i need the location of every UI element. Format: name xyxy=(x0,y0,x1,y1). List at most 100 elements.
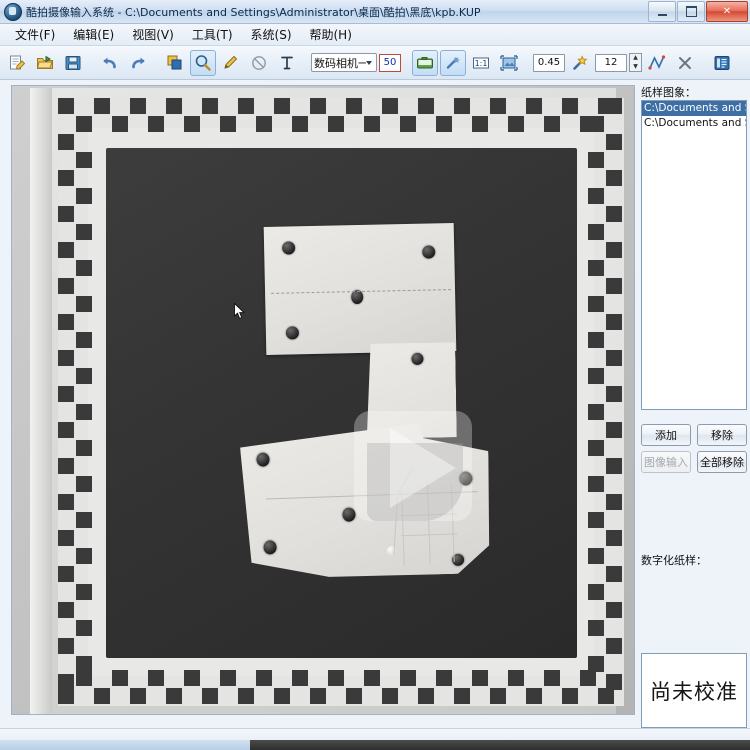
marker-dot xyxy=(285,326,300,340)
camera-app-icon xyxy=(4,2,22,21)
checker-square xyxy=(588,548,604,564)
toolbar-separator xyxy=(700,51,707,75)
checker-square xyxy=(526,688,542,704)
pencil-icon[interactable] xyxy=(218,50,244,76)
play-triangle-icon[interactable] xyxy=(390,428,456,508)
menu-edit[interactable]: 编辑(E) xyxy=(64,24,123,45)
checker-square xyxy=(58,386,74,402)
save-disk-icon[interactable] xyxy=(60,50,86,76)
checker-square xyxy=(606,674,622,690)
list-item[interactable]: C:\Documents and Setti xyxy=(642,116,746,131)
pattern-piece-top[interactable] xyxy=(263,223,457,355)
checker-square xyxy=(606,638,622,654)
maximize-button[interactable] xyxy=(677,1,705,22)
toolbar: 数码相机一 50 1:1 0.45 12 ▲ ▼ xyxy=(0,46,750,80)
client-area: 0 xyxy=(0,80,750,728)
menu-system[interactable]: 系统(S) xyxy=(242,24,301,45)
no-entry-icon[interactable] xyxy=(246,50,272,76)
maximize-icon xyxy=(685,6,697,17)
checker-square xyxy=(76,476,92,492)
checker-square xyxy=(292,670,308,686)
spinner-down-icon[interactable]: ▼ xyxy=(630,63,641,72)
checker-square xyxy=(58,458,74,474)
image-capture-icon[interactable] xyxy=(412,49,438,76)
checker-square xyxy=(508,116,524,132)
add-button[interactable]: 添加 xyxy=(641,424,691,446)
properties-panel-icon[interactable] xyxy=(709,50,735,76)
checker-square xyxy=(58,170,74,186)
undo-arrow-icon[interactable] xyxy=(97,50,123,76)
checker-square xyxy=(508,670,524,686)
menu-file[interactable]: 文件(F) xyxy=(6,24,64,45)
pattern-image-listbox[interactable]: C:\Documents and Setti C:\Documents and … xyxy=(641,100,747,410)
delete-x-icon[interactable] xyxy=(672,50,698,76)
checker-square xyxy=(112,670,128,686)
image-canvas-frame[interactable]: 0 xyxy=(11,85,635,715)
checker-square xyxy=(588,404,604,420)
checker-square xyxy=(130,688,146,704)
checker-square xyxy=(184,116,200,132)
count-input[interactable]: 12 xyxy=(595,53,627,72)
threshold-input[interactable]: 50 xyxy=(379,53,401,72)
remove-all-button[interactable]: 全部移除 xyxy=(697,451,747,473)
polyline-icon[interactable] xyxy=(644,50,670,76)
menu-tools[interactable]: 工具(T) xyxy=(183,24,242,45)
checker-square xyxy=(166,98,182,114)
checker-square xyxy=(238,688,254,704)
one-to-one-zoom-icon[interactable]: 1:1 xyxy=(468,50,494,76)
menu-help[interactable]: 帮助(H) xyxy=(301,24,361,45)
checker-square xyxy=(76,152,92,168)
captured-photo[interactable]: 0 xyxy=(12,86,634,714)
fit-image-icon[interactable] xyxy=(496,50,522,76)
checker-square xyxy=(588,224,604,240)
remove-button[interactable]: 移除 xyxy=(697,424,747,446)
checker-square xyxy=(588,476,604,492)
camera-select-combo[interactable]: 数码相机一 xyxy=(311,53,377,72)
checker-square xyxy=(588,116,604,132)
checker-square xyxy=(588,260,604,276)
close-button[interactable]: ✕ xyxy=(706,1,748,22)
marker-dot xyxy=(411,353,423,365)
checker-square xyxy=(238,98,254,114)
checker-square xyxy=(588,152,604,168)
minimize-icon xyxy=(657,13,667,16)
checker-square xyxy=(606,530,622,546)
checker-square xyxy=(76,620,92,636)
digitized-pattern-box[interactable]: 尚未校准 xyxy=(641,653,747,728)
chevron-down-icon xyxy=(366,60,372,65)
checker-square xyxy=(220,116,236,132)
scale-input[interactable]: 0.45 xyxy=(533,53,565,72)
checker-square xyxy=(58,314,74,330)
checker-square xyxy=(76,548,92,564)
spinner-up-icon[interactable]: ▲ xyxy=(630,54,641,63)
checker-square xyxy=(76,224,92,240)
checker-square xyxy=(202,688,218,704)
magnifier-icon[interactable] xyxy=(190,49,216,76)
wand-icon[interactable] xyxy=(440,49,466,76)
marker-wand-icon[interactable] xyxy=(567,50,593,76)
minimize-button[interactable] xyxy=(648,1,676,22)
redo-arrow-icon[interactable] xyxy=(125,50,151,76)
checker-square xyxy=(328,670,344,686)
checker-square xyxy=(606,566,622,582)
new-document-icon[interactable] xyxy=(4,50,30,76)
checker-square xyxy=(454,98,470,114)
checker-square xyxy=(148,670,164,686)
menu-view[interactable]: 视图(V) xyxy=(123,24,183,45)
checker-square xyxy=(606,386,622,402)
checker-square xyxy=(58,278,74,294)
checker-square xyxy=(580,670,596,686)
open-folder-icon[interactable] xyxy=(32,50,58,76)
checker-square xyxy=(606,170,622,186)
checker-square xyxy=(562,688,578,704)
text-tool-icon[interactable] xyxy=(274,50,300,76)
application-window: 酷拍摄像输入系统 - C:\Documents and Settings\Adm… xyxy=(0,0,750,750)
checker-square xyxy=(292,116,308,132)
checker-square xyxy=(606,206,622,222)
layers-icon[interactable] xyxy=(162,50,188,76)
list-item[interactable]: C:\Documents and Setti xyxy=(642,101,746,116)
right-side-panel: 纸样图象： C:\Documents and Setti C:\Document… xyxy=(637,80,750,728)
checker-square xyxy=(588,512,604,528)
count-spinner[interactable]: ▲ ▼ xyxy=(629,53,642,72)
checker-square xyxy=(346,98,362,114)
